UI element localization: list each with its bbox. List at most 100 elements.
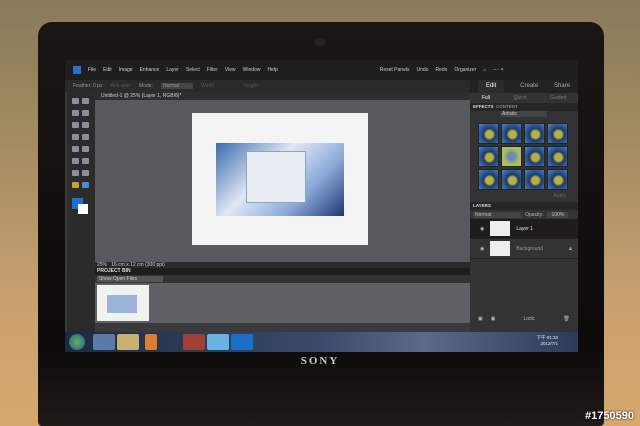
adjustment-layer-icon[interactable]: ▣ [491, 316, 496, 322]
effect-thumbnail[interactable] [478, 169, 499, 190]
menu-layer[interactable]: Layer [166, 67, 179, 73]
home-icon[interactable]: ⌂ [483, 67, 486, 73]
tab-edit[interactable]: Edit [477, 80, 505, 93]
effect-thumbnail[interactable] [524, 123, 545, 144]
menu-select[interactable]: Select [186, 67, 200, 73]
project-bin [95, 283, 470, 323]
filter-category-dropdown[interactable]: Artistic [500, 111, 547, 117]
effects-tab[interactable]: EFFECTS [473, 104, 494, 109]
layer-thumbnail [490, 221, 511, 236]
menu-filter[interactable]: Filter [207, 67, 218, 73]
eye-icon[interactable]: ◉ [480, 226, 484, 232]
shape-tool-icon[interactable] [72, 182, 79, 188]
eyedropper-tool-icon[interactable] [82, 110, 89, 116]
mode-full[interactable]: Full [482, 93, 490, 103]
effect-thumbnail[interactable] [478, 146, 499, 167]
background-color-swatch[interactable] [78, 204, 88, 214]
bin-thumbnail[interactable] [97, 285, 149, 321]
eraser-tool-icon[interactable] [82, 158, 89, 164]
width-field[interactable]: Width: [201, 83, 215, 89]
right-panel: Edit Create Share Full Quick Guided EFFECTS … [470, 80, 578, 332]
toolbox [67, 92, 95, 332]
blend-mode-dropdown[interactable]: Normal [473, 211, 522, 218]
effects-grid [470, 120, 578, 193]
content-tab[interactable]: CONTENT [496, 104, 518, 109]
media-player-taskbar-icon[interactable] [145, 334, 157, 350]
project-bin-header: PROJECT BIN [95, 268, 470, 275]
menu-edit[interactable]: Edit [103, 67, 112, 73]
webcam [315, 38, 325, 46]
window-controls[interactable]: – ▫ × [493, 67, 503, 73]
apply-button[interactable]: Apply [470, 193, 578, 202]
app-taskbar-icon[interactable] [207, 334, 229, 350]
anti-alias-checkbox[interactable]: Anti-alias [110, 83, 131, 89]
date: 2012/7/1 [540, 341, 558, 346]
document-tab[interactable]: Untitled-1 @ 25% (Layer 1, RGB/8)* [95, 92, 470, 100]
organizer-button[interactable]: Organizer [454, 67, 476, 73]
show-open-files-dropdown[interactable]: Show Open Files [97, 276, 163, 282]
layer-row[interactable]: ◉ Background 🔒︎ [470, 239, 578, 259]
brush-tool-icon[interactable] [72, 158, 79, 164]
menu-enhance[interactable]: Enhance [140, 67, 160, 73]
mode-quick[interactable]: Quick [514, 93, 527, 103]
layer-row[interactable]: ◉ Layer 1 [470, 219, 578, 239]
canvas-area[interactable] [95, 100, 470, 262]
tab-share[interactable]: Share [554, 80, 570, 93]
height-field[interactable]: Height: [243, 83, 259, 89]
menu-view[interactable]: View [225, 67, 236, 73]
effect-thumbnail[interactable] [547, 123, 568, 144]
effect-thumbnail[interactable] [501, 169, 522, 190]
tab-create[interactable]: Create [520, 80, 538, 93]
trash-icon[interactable]: 🗑︎ [563, 316, 569, 322]
layer-thumbnail [490, 241, 511, 256]
opacity-field[interactable]: 100% [547, 211, 569, 218]
effect-thumbnail[interactable] [524, 169, 545, 190]
menu-help[interactable]: Help [267, 67, 277, 73]
redo-button[interactable]: Redo [435, 67, 447, 73]
feather-field[interactable]: Feather: 0 px [73, 83, 102, 89]
menu-window[interactable]: Window [243, 67, 261, 73]
new-layer-icon[interactable]: ▣ [478, 316, 483, 322]
options-bar: Feather: 0 px Anti-alias Mode: Normal Wi… [65, 80, 470, 92]
opacity-label: Opacity: [525, 211, 544, 218]
clock[interactable]: 下午 01:33 2012/7/1 [536, 335, 558, 347]
paint-bucket-tool-icon[interactable] [72, 170, 79, 176]
document-canvas[interactable] [192, 113, 368, 245]
start-button[interactable] [69, 334, 85, 350]
layer-name: Background [516, 245, 544, 252]
undo-button[interactable]: Undo [416, 67, 428, 73]
zoom-tool-icon[interactable] [82, 98, 89, 104]
gradient-tool-icon[interactable] [82, 170, 89, 176]
app-logo-icon [73, 66, 81, 74]
effect-thumbnail[interactable] [547, 146, 568, 167]
photoshop-elements-taskbar-icon[interactable] [231, 334, 253, 350]
move-tool-icon[interactable] [72, 98, 79, 104]
lasso-tool-icon[interactable] [82, 122, 89, 128]
eye-icon[interactable]: ◉ [480, 246, 484, 252]
marquee-tool-icon[interactable] [72, 122, 79, 128]
mode-guided[interactable]: Guided [550, 93, 566, 103]
mode-label: Mode: [139, 83, 153, 89]
quick-select-tool-icon[interactable] [72, 134, 79, 140]
explorer-taskbar-icon[interactable] [117, 334, 139, 350]
lock-label: Lock: [523, 316, 536, 322]
ie-taskbar-icon[interactable] [93, 334, 115, 350]
mode-select[interactable]: Normal [160, 83, 194, 89]
effect-thumbnail[interactable] [547, 169, 568, 190]
effect-thumbnail[interactable] [524, 146, 545, 167]
effect-thumbnail[interactable] [478, 123, 499, 144]
app-taskbar-icon[interactable] [183, 334, 205, 350]
healing-tool-icon[interactable] [82, 146, 89, 152]
menu-bar: File Edit Image Enhance Layer Select Fil… [65, 60, 578, 80]
text-tool-icon[interactable] [72, 146, 79, 152]
layer-name: Layer 1 [516, 225, 534, 232]
crop-tool-icon[interactable] [82, 134, 89, 140]
menu-image[interactable]: Image [119, 67, 133, 73]
reset-panels-button[interactable]: Reset Panels [380, 67, 410, 73]
hand-tool-icon[interactable] [72, 110, 79, 116]
bin-toolbar: Show Open Files [95, 275, 470, 283]
effect-thumbnail[interactable] [501, 123, 522, 144]
blur-tool-icon[interactable] [82, 182, 89, 188]
menu-file[interactable]: File [88, 67, 96, 73]
effect-thumbnail[interactable] [501, 146, 522, 167]
